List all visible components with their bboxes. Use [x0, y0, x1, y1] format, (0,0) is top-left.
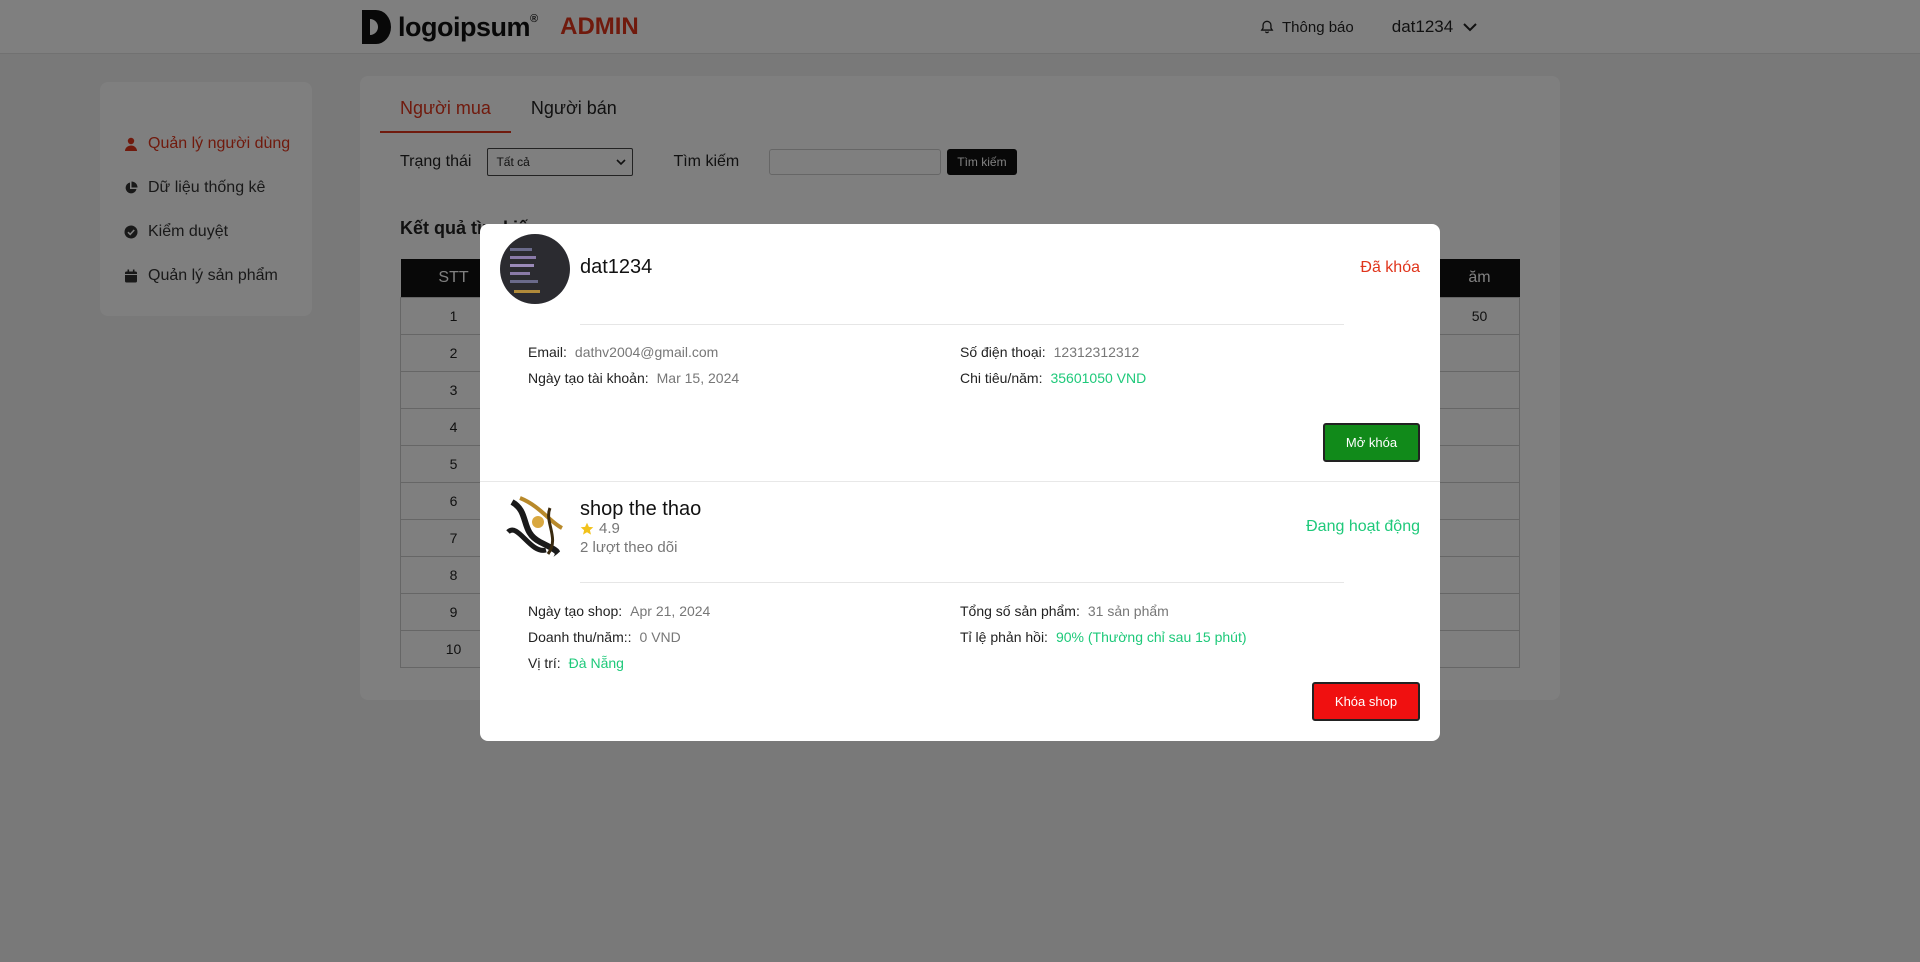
buyer-spending-label: Chi tiêu/năm: — [960, 370, 1043, 386]
shop-response-rate-value: 90% (Thường chỉ sau 15 phút) — [1055, 629, 1247, 645]
shop-rating-value: 4.9 — [599, 520, 620, 537]
shop-status-badge: Đang hoạt động — [1306, 518, 1420, 535]
shop-name: shop the thao — [580, 498, 702, 520]
shop-created-field: Ngày tạo shop: Apr 21, 2024 — [528, 603, 710, 619]
divider — [580, 582, 1344, 583]
buyer-spending-field: Chi tiêu/năm: 35601050 VND — [960, 370, 1146, 386]
shop-created-label: Ngày tạo shop: — [528, 603, 623, 619]
shop-products-value: 31 sản phẩm — [1087, 603, 1169, 619]
shop-location-label: Vị trí: — [528, 655, 561, 671]
buyer-phone-value: 12312312312 — [1053, 344, 1140, 360]
shop-products-label: Tổng số sản phẩm: — [960, 603, 1080, 619]
shop-rating: 4.9 — [580, 520, 620, 537]
unlock-button[interactable]: Mở khóa — [1323, 423, 1420, 462]
buyer-spending-value: 35601050 VND — [1050, 370, 1147, 386]
section-separator — [480, 481, 1440, 482]
shop-revenue-value: 0 VND — [639, 629, 681, 645]
buyer-created-field: Ngày tạo tài khoản: Mar 15, 2024 — [528, 370, 739, 386]
buyer-name: dat1234 — [580, 256, 653, 278]
buyer-avatar — [500, 234, 570, 304]
buyer-email-value: dathv2004@gmail.com — [574, 344, 719, 360]
buyer-email-label: Email: — [528, 344, 567, 360]
buyer-email-field: Email: dathv2004@gmail.com — [528, 344, 718, 360]
shop-followers: 2 lượt theo dõi — [580, 539, 678, 556]
buyer-created-value: Mar 15, 2024 — [656, 370, 740, 386]
shop-location-field: Vị trí: Đà Nẵng — [528, 655, 624, 671]
shop-location-value: Đà Nẵng — [568, 655, 624, 671]
shop-revenue-field: Doanh thu/năm:: 0 VND — [528, 629, 681, 645]
lock-shop-button[interactable]: Khóa shop — [1312, 682, 1420, 721]
shop-created-value: Apr 21, 2024 — [630, 603, 711, 619]
shop-revenue-label: Doanh thu/năm:: — [528, 629, 632, 645]
buyer-phone-label: Số điện thoại: — [960, 344, 1046, 360]
shop-response-rate-field: Tỉ lệ phản hồi: 90% (Thường chỉ sau 15 ph… — [960, 629, 1247, 645]
shop-products-field: Tổng số sản phẩm: 31 sản phẩm — [960, 603, 1169, 619]
divider — [580, 324, 1344, 325]
shop-avatar — [500, 492, 570, 562]
buyer-created-label: Ngày tạo tài khoản: — [528, 370, 649, 386]
buyer-phone-field: Số điện thoại: 12312312312 — [960, 344, 1139, 360]
user-detail-modal: dat1234 Đã khóa Email: dathv2004@gmail.co… — [480, 224, 1440, 741]
star-icon — [580, 522, 594, 535]
shop-response-rate-label: Tỉ lệ phản hồi: — [960, 629, 1048, 645]
buyer-status-badge: Đã khóa — [1360, 259, 1420, 276]
